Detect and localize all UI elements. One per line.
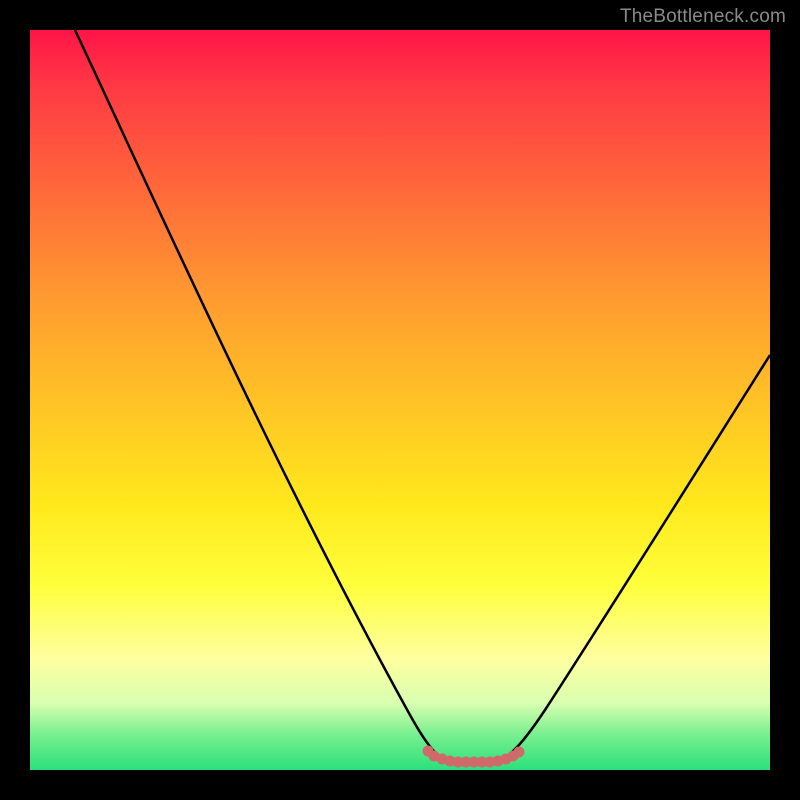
bottleneck-curve — [30, 30, 770, 770]
attribution-text: TheBottleneck.com — [620, 6, 786, 28]
chart-container: TheBottleneck.com — [0, 0, 800, 800]
plot-area — [30, 30, 770, 770]
floor-markers — [423, 746, 524, 767]
curve-path — [75, 30, 770, 760]
